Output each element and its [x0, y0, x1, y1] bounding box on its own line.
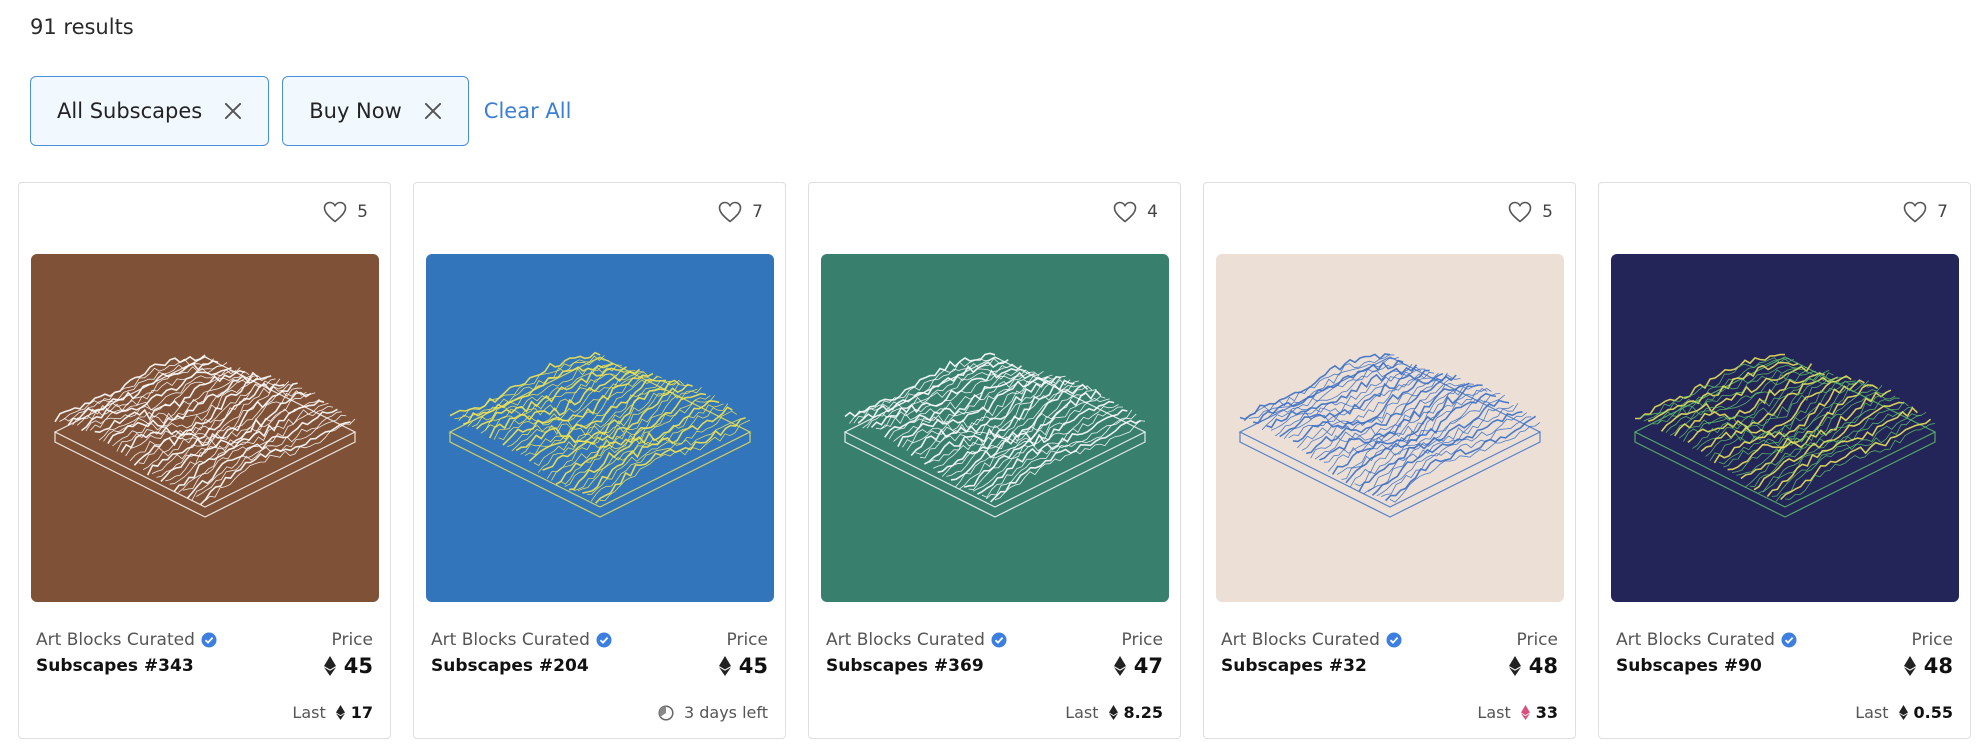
close-icon[interactable] — [224, 102, 242, 120]
filter-chip-label: All Subscapes — [57, 99, 203, 123]
price-label: Price — [1516, 630, 1558, 650]
last-sale-label: Last — [1477, 703, 1511, 722]
curator-label[interactable]: Art Blocks Curated — [826, 630, 1163, 650]
verified-badge-icon — [201, 632, 217, 648]
curator-label[interactable]: Art Blocks Curated — [1616, 630, 1953, 650]
token-title[interactable]: Subscapes #90 — [1616, 656, 1953, 676]
token-artwork[interactable] — [1216, 254, 1564, 602]
last-sale-value: 33 — [1520, 703, 1558, 722]
last-sale: Last 33 — [1477, 703, 1558, 722]
favorite-button[interactable]: 5 — [323, 201, 368, 223]
eth-pink-icon — [1520, 705, 1530, 720]
curator-name: Art Blocks Curated — [1221, 630, 1380, 650]
favorite-button[interactable]: 7 — [718, 201, 763, 223]
heart-icon — [1903, 201, 1927, 223]
artwork-canvas — [31, 254, 379, 602]
verified-badge-icon — [991, 632, 1007, 648]
results-grid: 5 Art Blocks Curated Subscapes #343 Pric… — [18, 182, 1971, 739]
price-label: Price — [726, 630, 768, 650]
eth-icon — [323, 656, 336, 676]
artwork-canvas — [1216, 254, 1564, 602]
price-value: 48 — [1508, 654, 1558, 678]
price-value: 45 — [718, 654, 768, 678]
token-card[interactable]: 7 Art Blocks Curated Subscapes #90 Price… — [1598, 182, 1971, 739]
eth-icon — [1113, 656, 1126, 676]
eth-icon — [1508, 656, 1521, 676]
favorite-button[interactable]: 5 — [1508, 201, 1553, 223]
token-title[interactable]: Subscapes #343 — [36, 656, 373, 676]
token-artwork[interactable] — [426, 254, 774, 602]
favorite-count: 7 — [752, 202, 763, 222]
verified-badge-icon — [1781, 632, 1797, 648]
last-sale: Last 8.25 — [1065, 703, 1163, 722]
curator-name: Art Blocks Curated — [826, 630, 985, 650]
eth-icon — [718, 656, 731, 676]
token-card[interactable]: 7 Art Blocks Curated Subscapes #204 Pric… — [413, 182, 786, 739]
results-count: 91 results — [30, 15, 134, 39]
heart-icon — [718, 201, 742, 223]
timer-icon — [658, 704, 674, 721]
heart-icon — [323, 201, 347, 223]
active-filters: All Subscapes Buy Now Clear All — [30, 76, 571, 146]
eth-icon — [1898, 705, 1908, 720]
token-card[interactable]: 4 Art Blocks Curated Subscapes #369 Pric… — [808, 182, 1181, 739]
last-sale-value: 8.25 — [1108, 703, 1163, 722]
verified-badge-icon — [596, 632, 612, 648]
last-sale: Last 0.55 — [1855, 703, 1953, 722]
filter-chip-all-subscapes[interactable]: All Subscapes — [30, 76, 270, 146]
token-card[interactable]: 5 Art Blocks Curated Subscapes #343 Pric… — [18, 182, 391, 739]
heart-icon — [1508, 201, 1532, 223]
curator-label[interactable]: Art Blocks Curated — [36, 630, 373, 650]
favorite-count: 4 — [1147, 202, 1158, 222]
filter-chip-label: Buy Now — [309, 99, 402, 123]
curator-name: Art Blocks Curated — [1616, 630, 1775, 650]
price-value: 48 — [1903, 654, 1953, 678]
last-sale: Last 17 — [292, 703, 373, 722]
eth-icon — [1903, 656, 1916, 676]
favorite-count: 7 — [1937, 202, 1948, 222]
token-artwork[interactable] — [821, 254, 1169, 602]
close-icon[interactable] — [424, 102, 442, 120]
auction-timer: 3 days left — [658, 703, 768, 722]
token-title[interactable]: Subscapes #32 — [1221, 656, 1558, 676]
token-title[interactable]: Subscapes #369 — [826, 656, 1163, 676]
eth-icon — [1108, 705, 1118, 720]
last-sale-label: Last — [1855, 703, 1889, 722]
favorite-count: 5 — [1542, 202, 1553, 222]
clear-all-link[interactable]: Clear All — [484, 99, 572, 123]
token-card[interactable]: 5 Art Blocks Curated Subscapes #32 Price… — [1203, 182, 1576, 739]
favorite-button[interactable]: 4 — [1113, 201, 1158, 223]
curator-label[interactable]: Art Blocks Curated — [431, 630, 768, 650]
curator-name: Art Blocks Curated — [431, 630, 590, 650]
price-label: Price — [331, 630, 373, 650]
artwork-canvas — [821, 254, 1169, 602]
artwork-background — [31, 254, 379, 602]
price-label: Price — [1121, 630, 1163, 650]
price-value: 47 — [1113, 654, 1163, 678]
artwork-canvas — [1611, 254, 1959, 602]
price-value: 45 — [323, 654, 373, 678]
token-artwork[interactable] — [1611, 254, 1959, 602]
artwork-background — [821, 254, 1169, 602]
last-sale-value: 0.55 — [1898, 703, 1953, 722]
eth-icon — [335, 705, 345, 720]
last-sale-label: Last — [292, 703, 326, 722]
time-left-label: 3 days left — [683, 703, 768, 722]
curator-label[interactable]: Art Blocks Curated — [1221, 630, 1558, 650]
last-sale-label: Last — [1065, 703, 1099, 722]
last-sale-value: 17 — [335, 703, 373, 722]
verified-badge-icon — [1386, 632, 1402, 648]
favorite-button[interactable]: 7 — [1903, 201, 1948, 223]
artwork-canvas — [426, 254, 774, 602]
filter-chip-buy-now[interactable]: Buy Now — [282, 76, 469, 146]
token-artwork[interactable] — [31, 254, 379, 602]
price-label: Price — [1911, 630, 1953, 650]
token-title[interactable]: Subscapes #204 — [431, 656, 768, 676]
curator-name: Art Blocks Curated — [36, 630, 195, 650]
heart-icon — [1113, 201, 1137, 223]
favorite-count: 5 — [357, 202, 368, 222]
